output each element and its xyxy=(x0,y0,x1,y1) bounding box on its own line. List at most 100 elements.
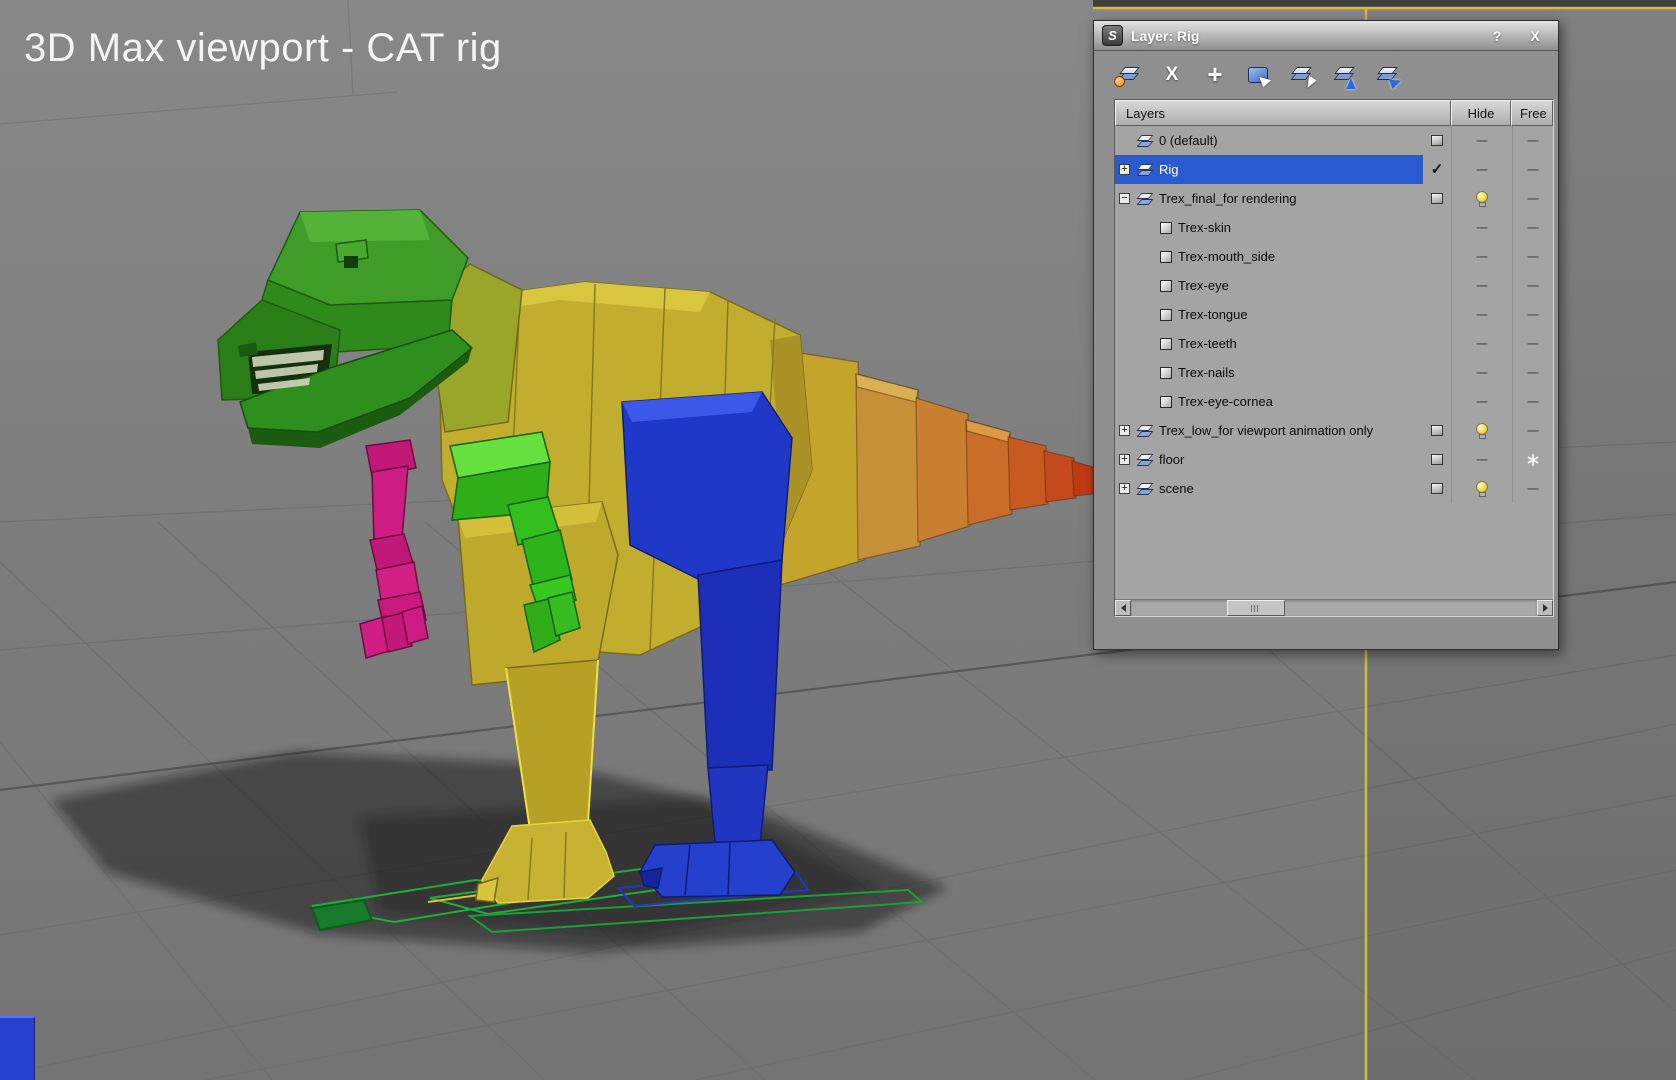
scrollbar-thumb[interactable] xyxy=(1227,600,1285,616)
layer-row[interactable]: Trex-tongue — — xyxy=(1115,300,1553,329)
expand-toggle[interactable]: + xyxy=(1119,164,1130,175)
freeze-cell[interactable]: — xyxy=(1512,271,1553,300)
hide-glyph: — xyxy=(1476,163,1488,176)
freeze-cell[interactable]: — xyxy=(1512,213,1553,242)
scroll-left-button[interactable] xyxy=(1115,600,1131,616)
current-layer-cell[interactable] xyxy=(1423,126,1451,155)
layer-name-cell[interactable]: Trex-eye-cornea xyxy=(1115,387,1423,416)
current-layer-cell[interactable] xyxy=(1423,300,1451,329)
current-layer-glyph xyxy=(1431,135,1443,146)
freeze-cell[interactable]: — xyxy=(1512,184,1553,213)
close-button[interactable]: X xyxy=(1520,26,1550,46)
select-highlighted-objects-and-layers-button[interactable] xyxy=(1241,60,1275,90)
hide-cell[interactable]: — xyxy=(1451,213,1512,242)
current-layer-cell[interactable] xyxy=(1423,329,1451,358)
highlight-selected-objects-layers-button[interactable] xyxy=(1284,60,1318,90)
trex-head[interactable] xyxy=(217,209,474,448)
layer-row[interactable]: + scene — xyxy=(1115,474,1553,503)
dialog-titlebar[interactable]: S Layer: Rig ? X xyxy=(1094,21,1558,51)
freeze-cell[interactable]: — xyxy=(1512,242,1553,271)
hide-cell[interactable]: — xyxy=(1451,242,1512,271)
current-layer-cell[interactable] xyxy=(1423,271,1451,300)
trex-tail[interactable] xyxy=(767,347,1094,589)
hide-glyph: — xyxy=(1476,337,1488,350)
current-layer-cell[interactable] xyxy=(1423,445,1451,474)
layer-row[interactable]: Trex-mouth_side — — xyxy=(1115,242,1553,271)
freeze-cell[interactable]: — xyxy=(1512,416,1553,445)
current-layer-cell[interactable] xyxy=(1423,387,1451,416)
layer-row[interactable]: 0 (default) — — xyxy=(1115,126,1553,155)
layer-name-cell[interactable]: + scene xyxy=(1115,474,1423,503)
hide-cell[interactable]: — xyxy=(1451,329,1512,358)
hide-unhide-all-layers-button[interactable] xyxy=(1327,60,1361,90)
current-layer-glyph xyxy=(1431,425,1443,436)
object-cube-icon xyxy=(1160,366,1172,379)
current-layer-cell[interactable] xyxy=(1423,474,1451,503)
current-layer-cell[interactable]: ✓ xyxy=(1423,155,1451,184)
expand-toggle[interactable]: + xyxy=(1119,483,1130,494)
freeze-cell[interactable] xyxy=(1512,445,1553,474)
hide-cell[interactable] xyxy=(1451,416,1512,445)
layer-name-cell[interactable]: Trex-skin xyxy=(1115,213,1423,242)
scrollbar-track[interactable] xyxy=(1131,600,1537,616)
hide-glyph: — xyxy=(1476,395,1488,408)
current-layer-cell[interactable] xyxy=(1423,213,1451,242)
freeze-cell[interactable]: — xyxy=(1512,126,1553,155)
create-new-layer-button[interactable] xyxy=(1112,60,1146,90)
layer-name-cell[interactable]: Trex-nails xyxy=(1115,358,1423,387)
layer-row[interactable]: − Trex_final_for rendering — xyxy=(1115,184,1553,213)
layer-row[interactable]: Trex-skin — — xyxy=(1115,213,1553,242)
layer-row[interactable]: + Rig ✓ — — xyxy=(1115,155,1553,184)
layer-name-cell[interactable]: Trex-mouth_side xyxy=(1115,242,1423,271)
hide-cell[interactable]: — xyxy=(1451,300,1512,329)
hide-cell[interactable] xyxy=(1451,474,1512,503)
current-layer-cell[interactable] xyxy=(1423,242,1451,271)
layer-name-cell[interactable]: Trex-teeth xyxy=(1115,329,1423,358)
object-cube-icon xyxy=(1160,337,1172,350)
freeze-cell[interactable]: — xyxy=(1512,474,1553,503)
freeze-cell[interactable]: — xyxy=(1512,387,1553,416)
layer-row[interactable]: Trex-nails — — xyxy=(1115,358,1553,387)
layer-name-cell[interactable]: 0 (default) xyxy=(1115,126,1423,155)
add-plus-icon: + xyxy=(1207,59,1223,89)
expand-toggle[interactable]: − xyxy=(1119,193,1130,204)
object-cube-icon xyxy=(1160,395,1172,408)
layer-row[interactable]: Trex-eye — — xyxy=(1115,271,1553,300)
hide-cell[interactable]: — xyxy=(1451,358,1512,387)
layer-name-cell[interactable]: − Trex_final_for rendering xyxy=(1115,184,1423,213)
layer-name-cell[interactable]: Trex-tongue xyxy=(1115,300,1423,329)
delete-highlighted-empty-layers-button[interactable]: X xyxy=(1155,60,1189,90)
trex-arm-magenta[interactable] xyxy=(359,439,429,659)
expand-toggle[interactable]: + xyxy=(1119,425,1130,436)
layer-row[interactable]: + floor — xyxy=(1115,445,1553,474)
current-layer-cell[interactable] xyxy=(1423,358,1451,387)
hide-cell[interactable]: — xyxy=(1451,387,1512,416)
current-layer-glyph: ✓ xyxy=(1430,161,1444,178)
hide-cell[interactable]: — xyxy=(1451,155,1512,184)
layer-name-cell[interactable]: Trex-eye xyxy=(1115,271,1423,300)
hide-cell[interactable]: — xyxy=(1451,271,1512,300)
layer-name-cell[interactable]: + Rig xyxy=(1115,155,1423,184)
layer-name-cell[interactable]: + floor xyxy=(1115,445,1423,474)
hide-glyph xyxy=(1476,191,1488,207)
freeze-cell[interactable]: — xyxy=(1512,358,1553,387)
hide-cell[interactable] xyxy=(1451,184,1512,213)
layer-row[interactable]: Trex-teeth — — xyxy=(1115,329,1553,358)
add-selection-to-highlighted-layer-button[interactable]: + xyxy=(1198,60,1232,90)
freeze-unfreeze-all-layers-button[interactable] xyxy=(1370,60,1404,90)
horizontal-scrollbar[interactable] xyxy=(1115,599,1553,616)
help-button[interactable]: ? xyxy=(1482,26,1512,46)
layer-row[interactable]: + Trex_low_for viewport animation only — xyxy=(1115,416,1553,445)
freeze-glyph: — xyxy=(1527,424,1539,437)
layer-row[interactable]: Trex-eye-cornea — — xyxy=(1115,387,1553,416)
freeze-cell[interactable]: — xyxy=(1512,329,1553,358)
current-layer-cell[interactable] xyxy=(1423,184,1451,213)
layer-name-cell[interactable]: + Trex_low_for viewport animation only xyxy=(1115,416,1423,445)
hide-cell[interactable]: — xyxy=(1451,445,1512,474)
freeze-cell[interactable]: — xyxy=(1512,155,1553,184)
hide-cell[interactable]: — xyxy=(1451,126,1512,155)
freeze-cell[interactable]: — xyxy=(1512,300,1553,329)
scroll-right-button[interactable] xyxy=(1537,600,1553,616)
expand-toggle[interactable]: + xyxy=(1119,454,1130,465)
current-layer-cell[interactable] xyxy=(1423,416,1451,445)
